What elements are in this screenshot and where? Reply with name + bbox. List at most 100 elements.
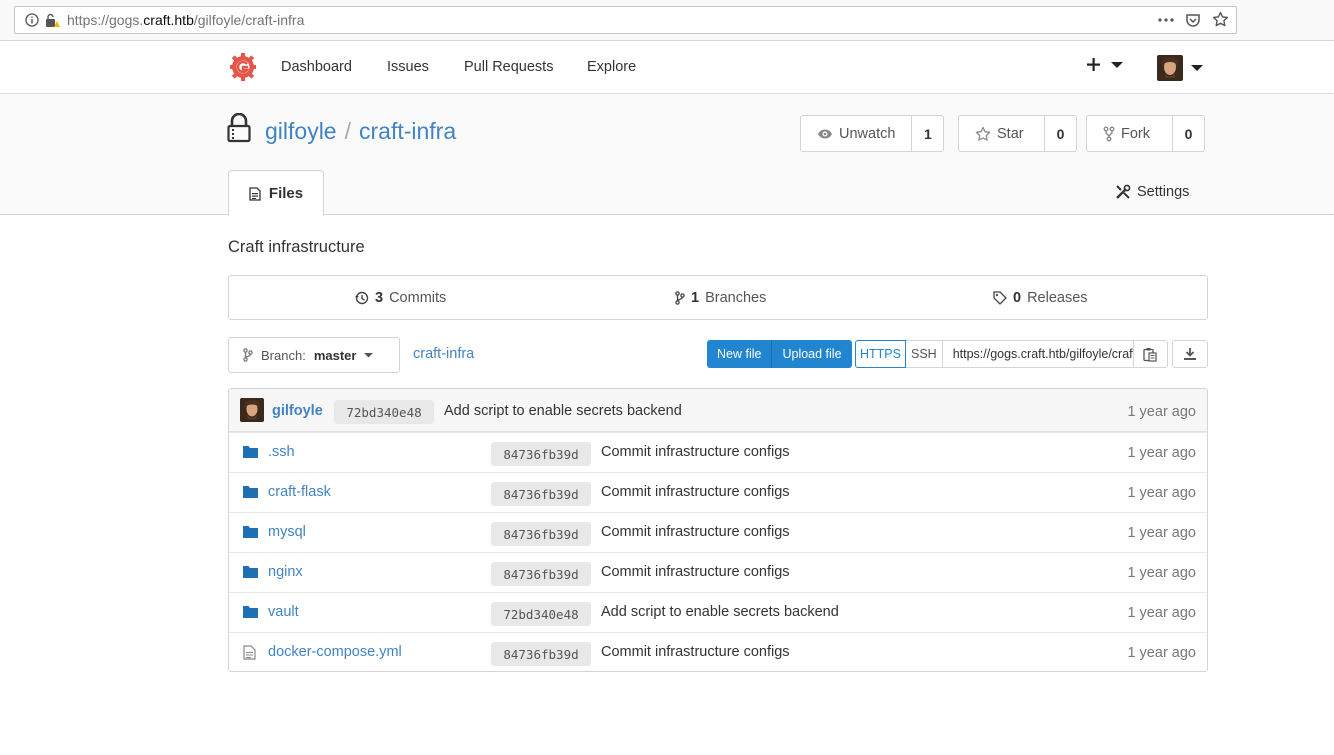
commit-message-link[interactable]: Commit infrastructure configs: [601, 644, 790, 660]
breadcrumb[interactable]: craft-infra: [413, 346, 474, 362]
folder-icon: [243, 605, 258, 618]
fork-icon: [1103, 126, 1115, 142]
avatar[interactable]: [240, 398, 264, 422]
pocket-icon[interactable]: [1185, 12, 1201, 28]
releases-link[interactable]: 0 Releases: [993, 290, 1088, 306]
https-button[interactable]: HTTPS: [855, 340, 906, 368]
star-button[interactable]: Star: [959, 116, 1045, 151]
commit-sha-link[interactable]: 84736fb39d: [491, 442, 591, 466]
releases-count: 0: [1013, 290, 1022, 306]
download-button[interactable]: [1172, 340, 1208, 368]
nav-dashboard[interactable]: Dashboard: [281, 59, 352, 75]
tab-settings-label: Settings: [1137, 184, 1190, 200]
commit-sha-link[interactable]: 84736fb39d: [491, 522, 591, 546]
fork-button[interactable]: Fork: [1087, 116, 1173, 151]
branch-icon: [675, 291, 685, 305]
file-name-link[interactable]: .ssh: [268, 444, 295, 460]
fork-count[interactable]: 0: [1173, 116, 1204, 151]
upload-file-button[interactable]: Upload file: [771, 340, 851, 368]
repo-header: gilfoyle / craft-infra Unwatch 1 Star 0 Fo…: [0, 94, 1334, 216]
repo-lock-icon: [227, 113, 251, 143]
watch-button-group: Unwatch 1: [800, 115, 945, 152]
star-count[interactable]: 0: [1045, 116, 1076, 151]
more-icon[interactable]: [1157, 13, 1175, 27]
watch-count[interactable]: 1: [912, 116, 943, 151]
create-new-menu[interactable]: [1086, 57, 1123, 72]
branch-dropdown[interactable]: Branch: master: [228, 337, 400, 373]
star-icon: [975, 126, 991, 142]
file-name-link[interactable]: docker-compose.yml: [268, 644, 402, 660]
tab-files[interactable]: Files: [228, 170, 324, 216]
commit-sha-link[interactable]: 84736fb39d: [491, 642, 591, 666]
branch-label: Branch:: [261, 347, 306, 363]
file-name-link[interactable]: craft-flask: [268, 484, 331, 500]
unwatch-label: Unwatch: [839, 125, 896, 142]
commit-message-link[interactable]: Add script to enable secrets backend: [601, 604, 839, 620]
gogs-logo[interactable]: [228, 51, 258, 83]
branch-name: master: [313, 347, 357, 363]
caret-down-icon: [1111, 61, 1123, 69]
commits-link[interactable]: 3 Commits: [355, 290, 446, 306]
star-button-group: Star 0: [958, 115, 1077, 152]
commit-age: 1 year ago: [1127, 445, 1196, 461]
file-name-link[interactable]: vault: [268, 604, 299, 620]
tag-icon: [993, 291, 1007, 305]
commit-message-link[interactable]: Commit infrastructure configs: [601, 564, 790, 580]
repo-owner-link[interactable]: gilfoyle: [265, 118, 337, 144]
commit-message-link[interactable]: Commit infrastructure configs: [601, 524, 790, 540]
fork-button-group: Fork 0: [1086, 115, 1205, 152]
copy-url-button[interactable]: [1133, 340, 1168, 368]
url-text[interactable]: https://gogs.craft.htb/gilfoyle/craft-in…: [67, 12, 304, 28]
browser-toolbar: https://gogs.craft.htb/gilfoyle/craft-in…: [0, 0, 1334, 41]
unwatch-button[interactable]: Unwatch: [801, 116, 913, 151]
commits-label: Commits: [389, 290, 447, 306]
ssh-button[interactable]: SSH: [905, 340, 943, 368]
commit-author-link[interactable]: gilfoyle: [272, 403, 323, 419]
nav-pull-requests[interactable]: Pull Requests: [464, 59, 553, 75]
commit-message: Add script to enable secrets backend: [444, 403, 682, 419]
commit-sha-link[interactable]: 72bd340e48: [334, 400, 434, 424]
commit-sha-link[interactable]: 84736fb39d: [491, 562, 591, 586]
repo-title-separator: /: [344, 118, 351, 144]
nav-explore[interactable]: Explore: [587, 59, 636, 75]
table-row: docker-compose.yml 84736fb39d Commit inf…: [229, 632, 1207, 671]
download-icon: [1183, 347, 1197, 361]
eye-icon: [817, 128, 833, 140]
star-label: Star: [997, 125, 1024, 142]
table-row: nginx 84736fb39d Commit infrastructure c…: [229, 552, 1207, 592]
commit-sha-link[interactable]: 84736fb39d: [491, 482, 591, 506]
commit-message-link[interactable]: Commit infrastructure configs: [601, 484, 790, 500]
repo-name-link[interactable]: craft-infra: [359, 118, 456, 144]
commit-age: 1 year ago: [1127, 525, 1196, 541]
new-file-button[interactable]: New file: [707, 340, 771, 368]
user-menu[interactable]: [1157, 55, 1203, 81]
table-row: mysql 84736fb39d Commit infrastructure c…: [229, 512, 1207, 552]
clipboard-icon: [1143, 347, 1157, 362]
address-bar[interactable]: https://gogs.craft.htb/gilfoyle/craft-in…: [14, 6, 1237, 34]
commit-message-link[interactable]: Commit infrastructure configs: [601, 444, 790, 460]
nav-issues[interactable]: Issues: [387, 59, 429, 75]
plus-icon: [1086, 57, 1101, 72]
branches-link[interactable]: 1 Branches: [675, 290, 766, 306]
folder-icon: [243, 565, 258, 578]
branches-count: 1: [691, 290, 700, 306]
file-name-link[interactable]: nginx: [268, 564, 303, 580]
file-text-icon: [249, 186, 261, 201]
lock-icon[interactable]: [44, 13, 60, 28]
tab-settings[interactable]: Settings: [1115, 184, 1189, 200]
clone-url-input[interactable]: https://gogs.craft.htb/gilfoyle/craft-in…: [942, 340, 1134, 368]
table-row: craft-flask 84736fb39d Commit infrastruc…: [229, 472, 1207, 512]
info-icon[interactable]: [25, 13, 39, 27]
branch-icon: [243, 348, 253, 362]
file-table: gilfoyle 72bd340e48 Add script to enable…: [228, 388, 1208, 672]
table-row: .ssh 84736fb39d Commit infrastructure co…: [229, 432, 1207, 472]
branches-label: Branches: [705, 290, 767, 306]
bookmark-star-icon[interactable]: [1212, 11, 1229, 28]
file-name-link[interactable]: mysql: [268, 524, 306, 540]
repo-title: gilfoyle / craft-infra: [265, 118, 456, 145]
fork-label: Fork: [1121, 125, 1150, 142]
commit-age: 1 year ago: [1127, 645, 1196, 661]
commit-age: 1 year ago: [1127, 605, 1196, 621]
commit-sha-link[interactable]: 72bd340e48: [491, 602, 591, 626]
folder-icon: [243, 485, 258, 498]
